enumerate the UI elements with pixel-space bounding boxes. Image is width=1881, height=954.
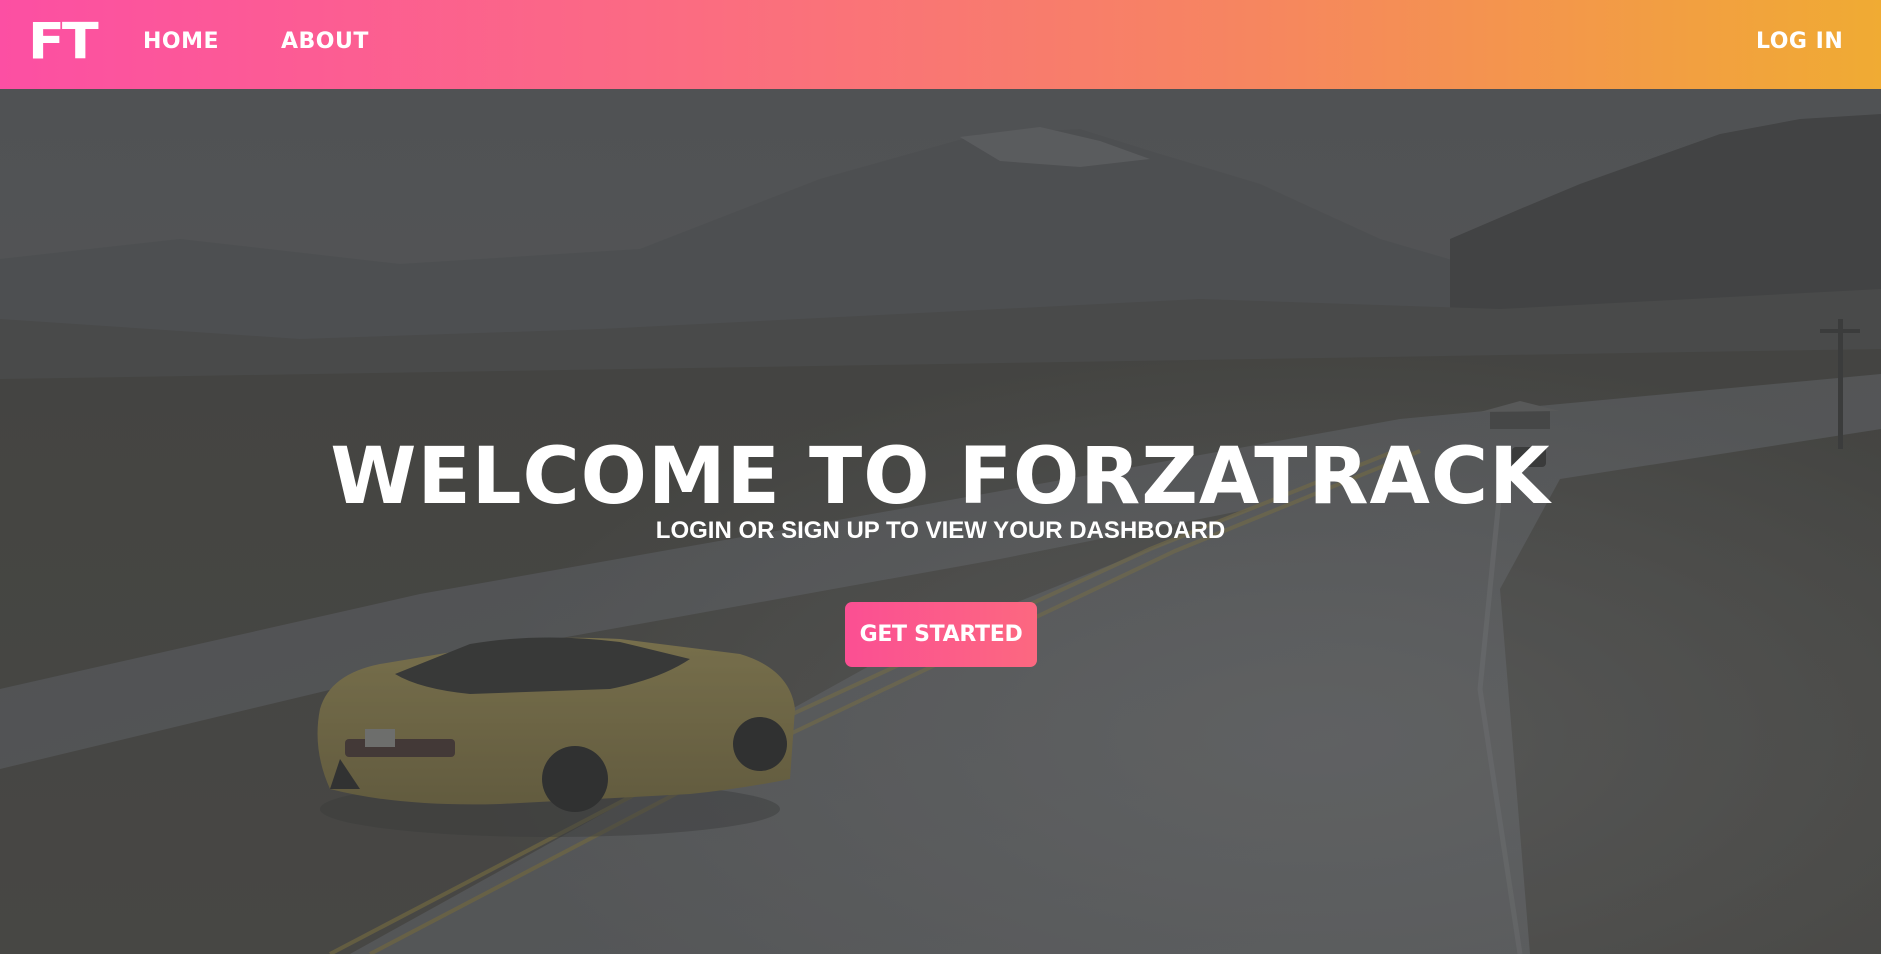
get-started-button[interactable]: GET STARTED — [845, 602, 1037, 667]
nav-login-link[interactable]: LOG IN — [1756, 27, 1843, 57]
site-logo[interactable]: FT — [28, 14, 99, 69]
hero-title: WELCOME TO FORZATRACK — [330, 432, 1551, 523]
nav-home-link[interactable]: HOME — [143, 27, 219, 57]
hero-subtitle: LOGIN OR SIGN UP TO VIEW YOUR DASHBOARD — [655, 517, 1226, 544]
nav-about-link[interactable]: ABOUT — [281, 27, 369, 57]
top-nav-bar: FT HOME ABOUT LOG IN — [0, 0, 1881, 89]
